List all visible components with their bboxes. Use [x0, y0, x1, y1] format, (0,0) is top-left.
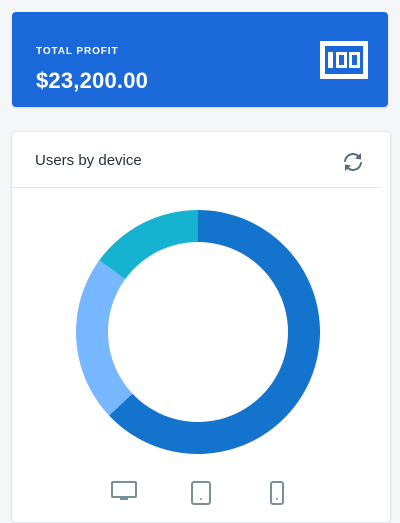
- card-title: Users by device: [35, 152, 142, 169]
- device-donut-chart: [75, 210, 320, 454]
- money-icon: [320, 41, 368, 79]
- total-profit-card: TOTAL PROFIT $23,200.00: [12, 12, 388, 107]
- refresh-icon[interactable]: [341, 150, 365, 174]
- total-profit-value: $23,200.00: [36, 68, 149, 93]
- users-by-device-card: Users by device: [11, 131, 391, 523]
- card-divider: [12, 187, 380, 188]
- desktop-icon: [111, 481, 137, 500]
- phone-icon: [270, 481, 284, 505]
- donut-slice-2: [75, 260, 133, 416]
- donut-slice-3: [99, 210, 198, 280]
- total-profit-label: TOTAL PROFIT: [36, 46, 119, 57]
- tablet-icon: [191, 481, 211, 505]
